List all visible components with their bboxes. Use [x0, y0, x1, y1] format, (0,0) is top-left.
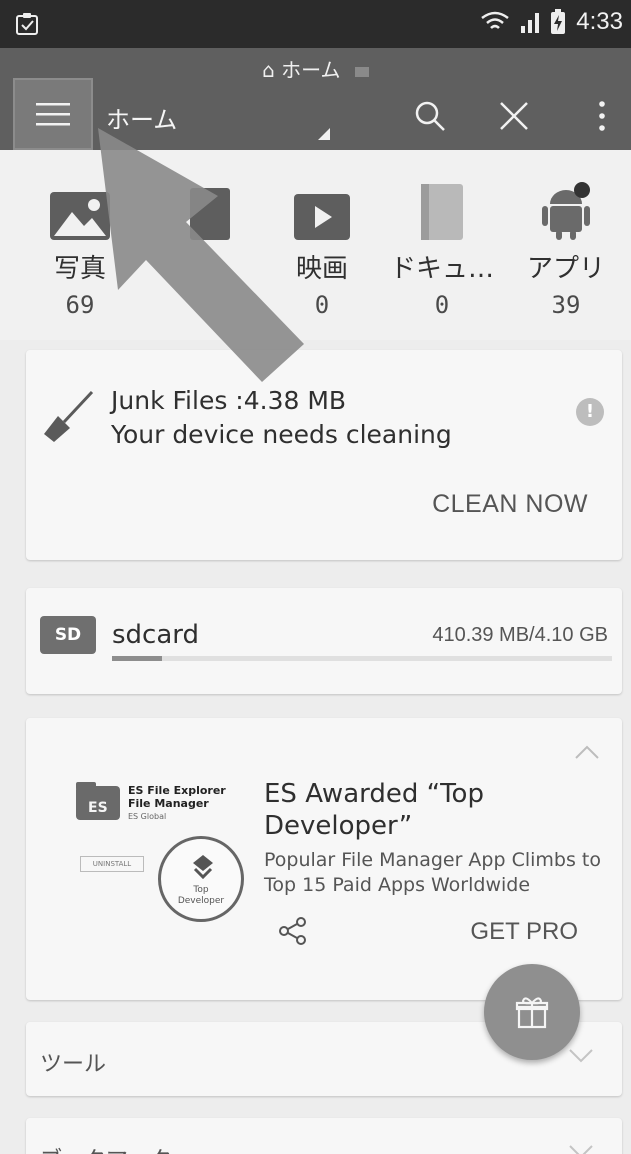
overlay-title-text: ホーム: [281, 58, 341, 82]
gift-icon: [515, 997, 549, 1029]
promo-image-uninstall: UNINSTALL: [80, 856, 144, 872]
promo-image-app-name: ES File Explorer File Manager: [128, 784, 226, 810]
app-bar: ⌂ ホーム ホーム: [0, 48, 631, 150]
storage-progress: [112, 656, 612, 661]
category-count: 39: [551, 291, 581, 319]
svg-text:ES: ES: [88, 800, 108, 816]
category-apps[interactable]: アプリ 39: [506, 180, 626, 319]
status-time: 4:33: [576, 8, 623, 35]
close-button[interactable]: [494, 96, 534, 136]
status-bar: 4:33: [0, 0, 631, 48]
title-dropdown-icon[interactable]: [318, 128, 330, 140]
chevron-down-icon: [569, 1049, 593, 1063]
clean-now-button[interactable]: CLEAN NOW: [432, 490, 588, 519]
image-icon: [50, 192, 110, 240]
promo-image: ES ES File Explorer File Manager ES Glob…: [76, 780, 256, 940]
overlay-title: ⌂ ホーム: [0, 54, 631, 83]
category-video[interactable]: 映画 0: [262, 180, 382, 319]
top-developer-badge: Top Developer: [158, 836, 244, 922]
award-icon: [193, 855, 213, 879]
share-icon[interactable]: [278, 916, 308, 946]
storage-card[interactable]: SD sdcard 410.39 MB/4.10 GB: [26, 588, 622, 694]
category-row: 写真 69 映画 0 ドキュ… 0 アプリ 39: [0, 150, 631, 340]
status-right: 4:33: [480, 8, 623, 36]
search-icon: [415, 101, 445, 131]
get-pro-button[interactable]: GET PRO: [470, 918, 578, 946]
category-count: 0: [314, 291, 330, 319]
category-label: アプリ: [526, 254, 605, 284]
promo-title: ES Awarded “Top Developer”: [264, 779, 484, 841]
category-documents[interactable]: ドキュ… 0: [382, 180, 502, 319]
gift-fab-button[interactable]: [484, 964, 580, 1060]
junk-files-card: Junk Files :4.38 MB Your device needs cl…: [26, 350, 622, 560]
category-count: 69: [65, 291, 95, 319]
alert-icon[interactable]: !: [576, 398, 604, 426]
storage-name: sdcard: [112, 620, 200, 650]
bookmarks-section[interactable]: ブックマーク: [26, 1118, 622, 1154]
hamburger-menu-icon: [36, 103, 70, 126]
document-icon: [421, 184, 463, 240]
battery-charging-icon: [551, 9, 566, 34]
junk-size-text: Junk Files :4.38 MB: [111, 386, 347, 415]
signal-icon: [521, 13, 540, 33]
search-button[interactable]: [410, 96, 450, 136]
screen: 4:33 ⌂ ホーム ホーム 写真 69 映画 0 ドキュ… 0 アプリ 39 …: [0, 0, 631, 1154]
es-app-icon: ES: [76, 782, 120, 820]
chevron-up-icon[interactable]: [574, 744, 600, 760]
chevron-down-icon: [569, 1145, 593, 1154]
more-vertical-icon: [599, 101, 605, 131]
category-music[interactable]: [140, 180, 260, 248]
category-label: 写真: [53, 254, 106, 284]
overlay-decoration: [354, 66, 369, 77]
app-title[interactable]: ホーム: [106, 100, 177, 135]
category-photos[interactable]: 写真 69: [20, 180, 140, 319]
promo-description: Popular File Manager App Climbs to Top 1…: [264, 849, 601, 896]
badge-text: Top Developer: [177, 885, 225, 906]
home-icon: ⌂: [262, 58, 275, 82]
close-icon: [500, 102, 528, 130]
section-label-tools: ツール: [40, 1052, 107, 1077]
category-label: ドキュ…: [389, 254, 494, 284]
video-icon: [294, 194, 350, 240]
storage-progress-fill: [112, 656, 162, 661]
junk-message-text: Your device needs cleaning: [111, 420, 452, 449]
broom-icon: [44, 390, 94, 442]
android-icon: [542, 182, 590, 240]
storage-usage: 410.39 MB/4.10 GB: [432, 624, 608, 646]
music-icon: [190, 188, 230, 240]
category-label: 映画: [295, 254, 348, 284]
overflow-menu-button[interactable]: [582, 96, 622, 136]
sdcard-icon: SD: [40, 616, 96, 654]
menu-button[interactable]: [13, 78, 93, 150]
clipboard-icon: [16, 13, 38, 35]
promo-image-app-sub: ES Global: [128, 812, 167, 821]
category-count: 0: [434, 291, 450, 319]
promo-card: ES ES File Explorer File Manager ES Glob…: [26, 718, 622, 1000]
wifi-icon: [481, 11, 510, 29]
section-label-bookmarks: ブックマーク: [40, 1142, 172, 1154]
